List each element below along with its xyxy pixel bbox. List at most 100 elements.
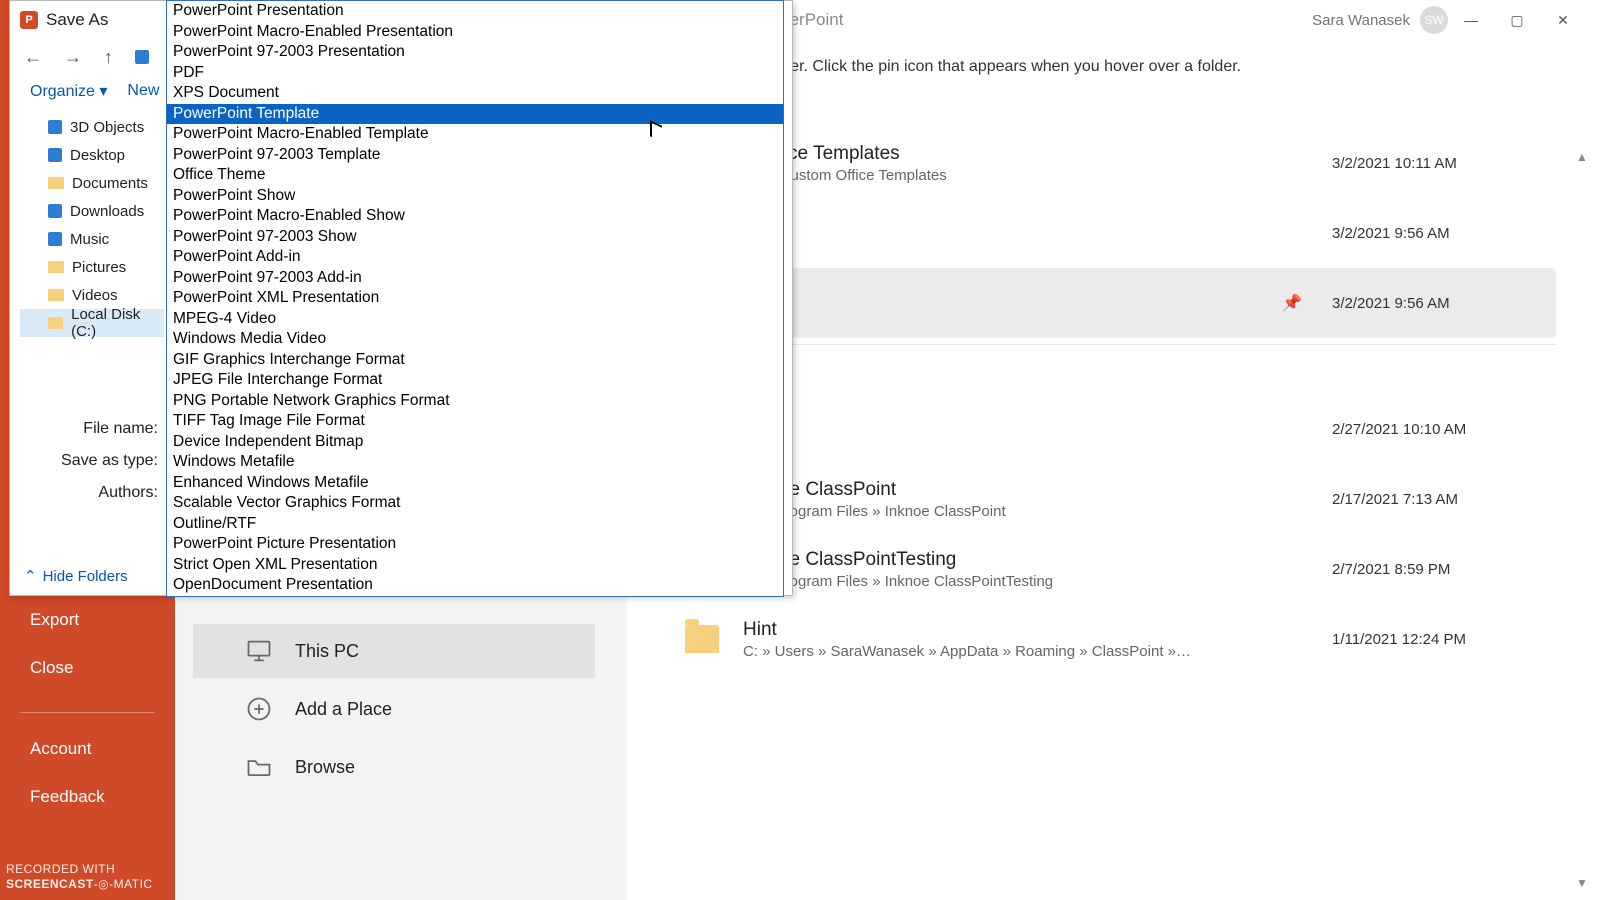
folder-row[interactable]: oadsds2/27/2021 10:10 AM (671, 394, 1556, 464)
file-type-option[interactable]: PowerPoint Show (167, 186, 783, 207)
file-type-option[interactable]: PowerPoint XML Presentation (167, 288, 783, 309)
nav-feedback[interactable]: Feedback (0, 773, 175, 821)
folder-row[interactable]: Inknoe ClassPointTesting C: » Program Fil… (671, 534, 1556, 604)
powerpoint-icon (20, 11, 38, 29)
folder-date: 2/7/2021 8:59 PM (1332, 561, 1542, 578)
file-type-option[interactable]: OpenDocument Presentation (167, 575, 783, 596)
file-type-option[interactable]: Enhanced Windows Metafile (167, 473, 783, 494)
file-type-option[interactable]: PNG Portable Network Graphics Format (167, 391, 783, 412)
objects3d-icon (48, 120, 62, 134)
nav-separator (20, 712, 155, 713)
organize-button[interactable]: Organize ▾ (30, 81, 107, 101)
hide-folders-button[interactable]: ⌃ Hide Folders (24, 567, 128, 585)
file-type-option[interactable]: PowerPoint Template (167, 104, 783, 125)
maximize-button[interactable]: ▢ (1494, 5, 1540, 35)
desktop-icon (48, 148, 62, 162)
tree-pictures[interactable]: Pictures (20, 253, 164, 281)
chevron-up-icon: ⌃ (24, 567, 37, 585)
file-type-option[interactable]: PowerPoint Macro-Enabled Presentation (167, 22, 783, 43)
folder-path: C: » Users » SaraWanasek » AppData » Roa… (743, 643, 1308, 660)
file-type-option[interactable]: PowerPoint 97-2003 Presentation (167, 42, 783, 63)
tree-videos[interactable]: Videos (20, 281, 164, 309)
tree-desktop[interactable]: Desktop (20, 141, 164, 169)
minimize-button[interactable]: — (1448, 5, 1494, 35)
file-type-option[interactable]: PowerPoint 97-2003 Add-in (167, 268, 783, 289)
file-type-option[interactable]: PowerPoint 97-2003 Show (167, 227, 783, 248)
file-type-option[interactable]: PowerPoint Presentation (167, 1, 783, 22)
pictures-icon (48, 261, 64, 273)
close-window-button[interactable]: ✕ (1540, 5, 1586, 35)
file-type-option[interactable]: Device Independent Bitmap (167, 432, 783, 453)
folder-name: Inknoe ClassPointTesting (743, 549, 1308, 571)
file-type-option[interactable]: XPS Document (167, 83, 783, 104)
folder-name: Inknoe ClassPoint (743, 479, 1308, 501)
folder-name: oads (743, 409, 1308, 431)
pin-hint-text: t to easily find later. Click the pin ic… (671, 58, 1556, 76)
folder-path: C: » Program Files » Inknoe ClassPointTe… (743, 573, 1308, 590)
folder-date: 3/2/2021 9:56 AM (1332, 225, 1542, 242)
file-type-option[interactable]: PowerPoint Macro-Enabled Template (167, 124, 783, 145)
folder-path: ds (743, 433, 1308, 450)
folder-row[interactable]: n Office Templatesnts » Custom Office Te… (671, 128, 1556, 198)
nav-up-icon[interactable]: ↑ (104, 47, 113, 68)
folder-row[interactable]: p 📌 3/2/2021 9:56 AM (671, 268, 1556, 338)
tree-music[interactable]: Music (20, 225, 164, 253)
nav-back-icon[interactable]: ← (24, 47, 42, 68)
scroll-up-icon[interactable]: ▲ (1576, 150, 1596, 164)
file-type-option[interactable]: Outline/RTF (167, 514, 783, 535)
scroll-down-icon[interactable]: ▼ (1576, 876, 1596, 890)
folder-tree[interactable]: 3D Objects Desktop Documents Downloads M… (10, 107, 164, 401)
folder-icon (685, 625, 719, 653)
folder-date: 3/2/2021 9:56 AM (1332, 295, 1542, 312)
file-type-option[interactable]: Windows Metafile (167, 452, 783, 473)
file-type-option[interactable]: Strict Open XML Presentation (167, 555, 783, 576)
file-type-option[interactable]: MPEG-4 Video (167, 309, 783, 330)
folder-name: n Office Templates (743, 143, 1308, 165)
file-type-option[interactable]: Office Theme (167, 165, 783, 186)
folder-name: p (743, 291, 1258, 313)
location-label: Add a Place (295, 699, 392, 720)
file-type-option[interactable]: PowerPoint Picture Presentation (167, 534, 783, 555)
tree-local-disk[interactable]: Local Disk (C:) (20, 309, 164, 337)
new-folder-button[interactable]: New (127, 82, 159, 100)
folder-name: Hint (743, 619, 1308, 641)
tree-documents[interactable]: Documents (20, 169, 164, 197)
this-pc-icon (245, 637, 273, 665)
folder-row[interactable]: Hint C: » Users » SaraWanasek » AppData »… (671, 604, 1556, 674)
dialog-title: Save As (46, 10, 108, 30)
file-type-option[interactable]: PowerPoint Macro-Enabled Show (167, 206, 783, 227)
folder-row[interactable]: Inknoe ClassPointC: » Program Files » In… (671, 464, 1556, 534)
file-type-option[interactable]: PowerPoint 97-2003 Template (167, 145, 783, 166)
location-this-pc[interactable]: This PC (193, 624, 595, 678)
scroll-bar[interactable]: ▲▼ (1576, 150, 1596, 890)
local-disk-icon (48, 317, 63, 329)
save-as-type-dropdown[interactable]: PowerPoint PresentationPowerPoint Macro-… (166, 0, 784, 597)
location-add-place[interactable]: Add a Place (193, 682, 595, 736)
file-type-option[interactable]: Windows Media Video (167, 329, 783, 350)
folder-date: 1/11/2021 12:24 PM (1332, 631, 1542, 648)
nav-account[interactable]: Account (0, 725, 175, 773)
folder-path: nts (743, 237, 1308, 254)
nav-forward-icon[interactable]: → (64, 47, 82, 68)
location-browse[interactable]: Browse (193, 740, 595, 794)
user-avatar: SW (1420, 6, 1448, 34)
file-type-option[interactable]: TIFF Tag Image File Format (167, 411, 783, 432)
nav-close[interactable]: Close (0, 644, 175, 692)
tree-downloads[interactable]: Downloads (20, 197, 164, 225)
music-icon (48, 232, 62, 246)
account-area[interactable]: Sara Wanasek SW (1312, 6, 1448, 34)
file-type-option[interactable]: GIF Graphics Interchange Format (167, 350, 783, 371)
nav-export[interactable]: Export (0, 596, 175, 644)
file-type-option[interactable]: Scalable Vector Graphics Format (167, 493, 783, 514)
file-type-option[interactable]: PowerPoint Add-in (167, 247, 783, 268)
authors-label: Authors: (10, 484, 164, 502)
location-label: This PC (295, 641, 359, 662)
file-name-label: File name: (10, 420, 164, 438)
file-type-option[interactable]: PDF (167, 63, 783, 84)
folder-date: 3/2/2021 10:11 AM (1332, 155, 1542, 172)
pin-icon[interactable]: 📌 (1282, 293, 1302, 313)
separator (671, 344, 1556, 345)
tree-3d-objects[interactable]: 3D Objects (20, 113, 164, 141)
file-type-option[interactable]: JPEG File Interchange Format (167, 370, 783, 391)
folder-row[interactable]: entsnts3/2/2021 9:56 AM (671, 198, 1556, 268)
